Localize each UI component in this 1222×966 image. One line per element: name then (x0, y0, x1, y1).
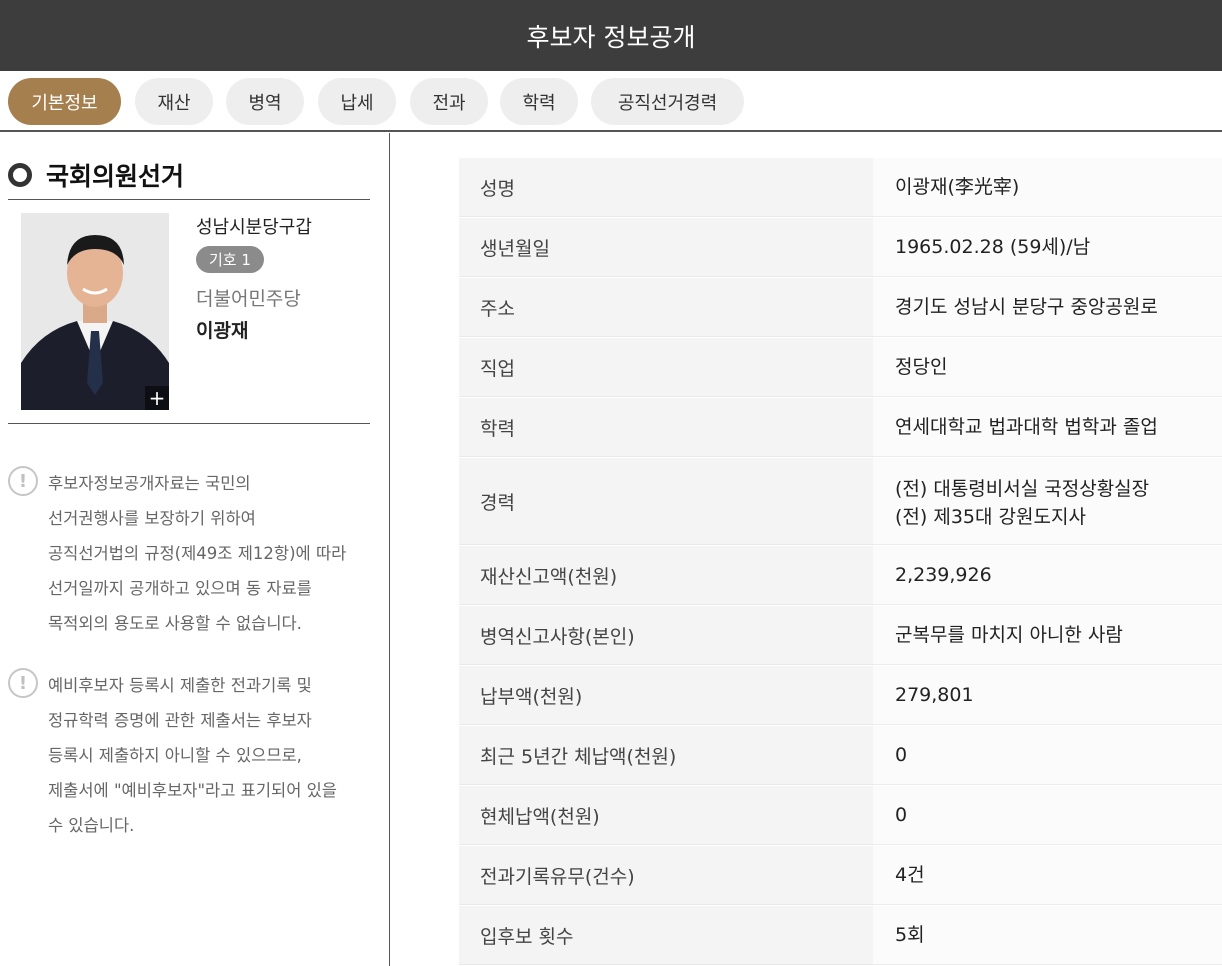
row-value: 군복무를 마치지 아니한 사람 (873, 606, 1222, 665)
person-portrait-icon (21, 213, 169, 410)
election-type-title: 국회의원선거 (46, 162, 185, 191)
row-label: 성명 (459, 158, 873, 217)
table-row: 생년월일 1965.02.28 (59세)/남 (459, 218, 1222, 278)
notice-disclosure: ! 후보자정보공개자료는 국민의 선거권행사를 보장하기 위하여 공직선거법의 … (8, 466, 380, 641)
row-value: 0 (873, 726, 1222, 785)
tab-tax[interactable]: 납세 (318, 78, 396, 125)
row-value: (전) 대통령비서실 국정상황실장 (전) 제35대 강원도지사 (873, 458, 1222, 545)
candidate-sidebar: 국회의원선거 + 성남시분당구갑 기호 1 더불어민주당 이광재 ! 후보자정보… (0, 133, 390, 966)
table-row: 납부액(천원) 279,801 (459, 666, 1222, 726)
table-row: 성명 이광재(李光宰) (459, 158, 1222, 218)
table-row: 직업 정당인 (459, 338, 1222, 398)
row-value: 이광재(李光宰) (873, 158, 1222, 217)
row-label: 재산신고액(천원) (459, 546, 873, 605)
candidate-info-table: 성명 이광재(李光宰) 생년월일 1965.02.28 (59세)/남 주소 경… (459, 158, 1222, 966)
circle-icon (8, 163, 32, 187)
notice-preliminary: ! 예비후보자 등록시 제출한 전과기록 및 정규학력 증명에 관한 제출서는 … (8, 668, 380, 843)
row-value: 4건 (873, 846, 1222, 905)
row-label: 병역신고사항(본인) (459, 606, 873, 665)
row-value: 5회 (873, 906, 1222, 965)
page-title: 후보자 정보공개 (526, 22, 696, 52)
tab-education[interactable]: 학력 (500, 78, 578, 125)
party-name: 더불어민주당 (196, 288, 301, 310)
row-label: 전과기록유무(건수) (459, 846, 873, 905)
table-row: 입후보 횟수 5회 (459, 906, 1222, 966)
table-row: 학력 연세대학교 법과대학 법학과 졸업 (459, 398, 1222, 458)
notice-text: 후보자정보공개자료는 국민의 선거권행사를 보장하기 위하여 공직선거법의 규정… (48, 474, 347, 633)
row-label: 경력 (459, 458, 873, 545)
district-label: 성남시분당구갑 (196, 217, 312, 238)
table-row: 전과기록유무(건수) 4건 (459, 846, 1222, 906)
exclamation-icon: ! (8, 668, 38, 698)
row-value: 0 (873, 786, 1222, 845)
row-label: 입후보 횟수 (459, 906, 873, 965)
row-label: 학력 (459, 398, 873, 457)
row-label: 주소 (459, 278, 873, 337)
table-row: 병역신고사항(본인) 군복무를 마치지 아니한 사람 (459, 606, 1222, 666)
row-value: 연세대학교 법과대학 법학과 졸업 (873, 398, 1222, 457)
candidate-name: 이광재 (196, 320, 249, 342)
table-row: 현체납액(천원) 0 (459, 786, 1222, 846)
table-row: 주소 경기도 성남시 분당구 중앙공원로 (459, 278, 1222, 338)
section-heading: 국회의원선거 (8, 157, 184, 193)
tab-assets[interactable]: 재산 (135, 78, 213, 125)
row-value: 279,801 (873, 666, 1222, 725)
exclamation-icon: ! (8, 466, 38, 496)
row-label: 최근 5년간 체납액(천원) (459, 726, 873, 785)
row-value: 경기도 성남시 분당구 중앙공원로 (873, 278, 1222, 337)
row-value: 정당인 (873, 338, 1222, 397)
row-label: 직업 (459, 338, 873, 397)
zoom-plus-icon[interactable]: + (145, 386, 169, 410)
table-row: 재산신고액(천원) 2,239,926 (459, 546, 1222, 606)
notice-text: 예비후보자 등록시 제출한 전과기록 및 정규학력 증명에 관한 제출서는 후보… (48, 676, 337, 835)
table-row: 경력 (전) 대통령비서실 국정상황실장 (전) 제35대 강원도지사 (459, 458, 1222, 546)
tab-basic-info[interactable]: 기본정보 (8, 78, 121, 125)
row-value: 2,239,926 (873, 546, 1222, 605)
candidate-number-badge: 기호 1 (196, 246, 264, 273)
top-header: 후보자 정보공개 (0, 0, 1222, 71)
tab-criminal-record[interactable]: 전과 (410, 78, 488, 125)
tab-election-career[interactable]: 공직선거경력 (591, 78, 744, 125)
row-value: 1965.02.28 (59세)/남 (873, 218, 1222, 277)
divider (8, 423, 370, 424)
divider (8, 199, 370, 200)
tab-bar: 기본정보 재산 병역 납세 전과 학력 공직선거경력 (0, 71, 1222, 132)
tab-military[interactable]: 병역 (226, 78, 304, 125)
row-label: 납부액(천원) (459, 666, 873, 725)
candidate-photo[interactable]: + (21, 213, 169, 410)
row-label: 현체납액(천원) (459, 786, 873, 845)
row-label: 생년월일 (459, 218, 873, 277)
table-row: 최근 5년간 체납액(천원) 0 (459, 726, 1222, 786)
